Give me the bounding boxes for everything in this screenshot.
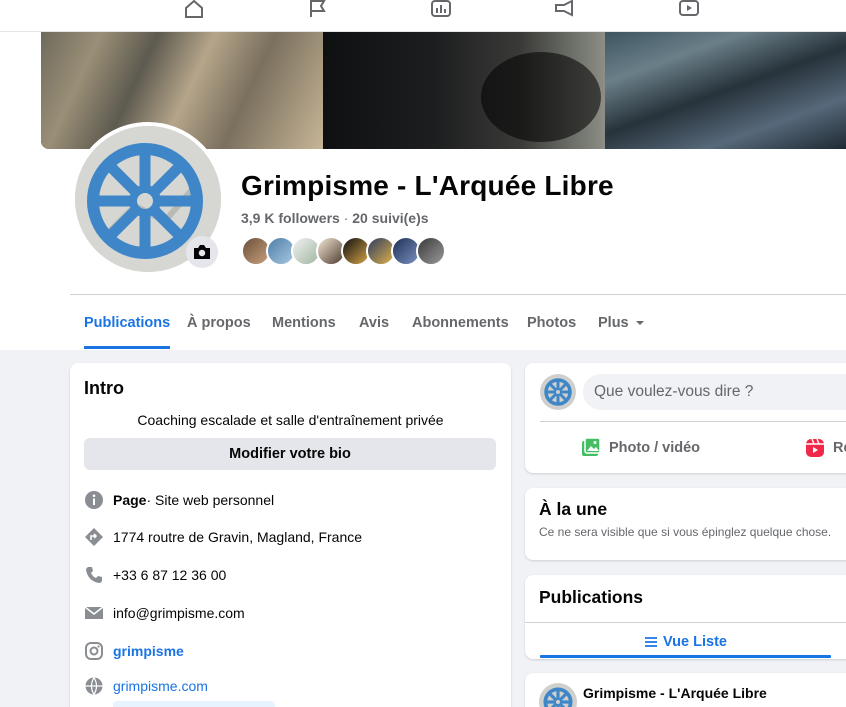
featured-card: À la une Ce ne sera visible que si vous … (525, 488, 846, 560)
home-icon[interactable] (183, 0, 205, 18)
cover-photo-panel (605, 32, 846, 149)
tab-a-propos[interactable]: À propos (187, 296, 251, 349)
intro-card: Intro Coaching escalade et salle d'entra… (70, 363, 511, 707)
intro-bio: Coaching escalade et salle d'entraînemen… (137, 412, 444, 428)
tab-plus-label: Plus (598, 314, 629, 331)
edit-bio-button[interactable]: Modifier votre bio (84, 438, 496, 470)
tab-plus[interactable]: Plus (598, 296, 647, 349)
posts-title: Publications (539, 587, 644, 607)
list-view-indicator (540, 655, 831, 658)
composer-input[interactable]: Que voulez-vous dire ? (583, 374, 846, 410)
email-icon (84, 603, 104, 623)
following-text[interactable]: 20 suivi(e)s (352, 210, 428, 226)
page-label: Page (113, 492, 147, 508)
avatar[interactable] (416, 236, 446, 266)
cover-shadow (481, 52, 601, 142)
info-address: 1774 routre de Gravin, Magland, France (84, 526, 504, 548)
reel-icon (804, 437, 826, 459)
website-link[interactable]: grimpisme.com (113, 678, 208, 694)
tab-photos[interactable]: Photos (527, 296, 576, 349)
instagram-icon (84, 641, 104, 661)
header-divider (70, 294, 846, 295)
megaphone-icon[interactable] (554, 0, 576, 18)
info-email: info@grimpisme.com (84, 602, 504, 624)
posts-divider (525, 622, 846, 623)
tab-mentions[interactable]: Mentions (272, 296, 336, 349)
directions-icon (84, 527, 104, 547)
composer-avatar[interactable] (540, 374, 576, 410)
reel-button[interactable]: Reel (804, 435, 846, 461)
list-view-label: Vue Liste (663, 633, 727, 650)
link-preview-bar (113, 701, 275, 707)
follower-count[interactable]: 3,9 K followers · 20 suivi(e)s (241, 210, 429, 226)
separator-dot: · (339, 210, 353, 226)
list-icon (645, 636, 658, 647)
caret-down-icon (635, 320, 644, 325)
chart-icon[interactable] (430, 0, 452, 18)
info-instagram: grimpisme (84, 640, 504, 662)
instagram-link[interactable]: grimpisme (113, 643, 184, 659)
follower-avatars[interactable] (241, 236, 451, 266)
info-page-type: Page · Site web personnel (84, 489, 504, 511)
phone-icon (84, 565, 104, 585)
featured-title: À la une (539, 499, 608, 519)
page-type: · Site web personnel (146, 492, 275, 508)
profile-tabs: Publications À propos Mentions Avis Abon… (70, 296, 846, 349)
play-icon[interactable] (678, 0, 700, 18)
info-website: grimpisme.com (84, 675, 504, 697)
post-avatar[interactable] (539, 683, 577, 707)
photo-icon (580, 437, 602, 459)
top-navigation-bar (0, 0, 846, 32)
page-title: Grimpisme - L'Arquée Libre (241, 170, 614, 201)
reel-label: Reel (833, 440, 846, 456)
film-reel-logo-icon (544, 378, 572, 406)
tab-publications[interactable]: Publications (84, 296, 171, 349)
post-author[interactable]: Grimpisme - L'Arquée Libre (583, 685, 767, 701)
list-view-tab[interactable]: Vue Liste (540, 625, 831, 658)
tab-avis[interactable]: Avis (359, 296, 389, 349)
followers-text[interactable]: 3,9 K followers (241, 210, 340, 226)
email-text: info@grimpisme.com (113, 605, 245, 621)
camera-icon (194, 245, 210, 259)
post-composer-card: Que voulez-vous dire ? Photo / vidéo Ree… (525, 363, 846, 473)
change-photo-button[interactable] (186, 236, 218, 268)
info-phone: +33 6 87 12 36 00 (84, 564, 504, 586)
photo-video-label: Photo / vidéo (609, 440, 701, 456)
tab-abonnements[interactable]: Abonnements (412, 296, 509, 349)
globe-icon (84, 676, 104, 696)
info-icon (84, 490, 104, 510)
intro-title: Intro (84, 378, 124, 398)
posts-card: Publications Vue Liste (525, 575, 846, 659)
photo-video-button[interactable]: Photo / vidéo (580, 435, 700, 461)
film-reel-logo-icon (543, 687, 573, 707)
post-card: Grimpisme - L'Arquée Libre (525, 673, 846, 707)
phone-text: +33 6 87 12 36 00 (113, 567, 227, 583)
flag-icon[interactable] (307, 0, 329, 18)
composer-divider (540, 421, 846, 422)
address-text: 1774 routre de Gravin, Magland, France (113, 529, 363, 545)
featured-subtitle: Ce ne sera visible que si vous épinglez … (539, 525, 832, 539)
